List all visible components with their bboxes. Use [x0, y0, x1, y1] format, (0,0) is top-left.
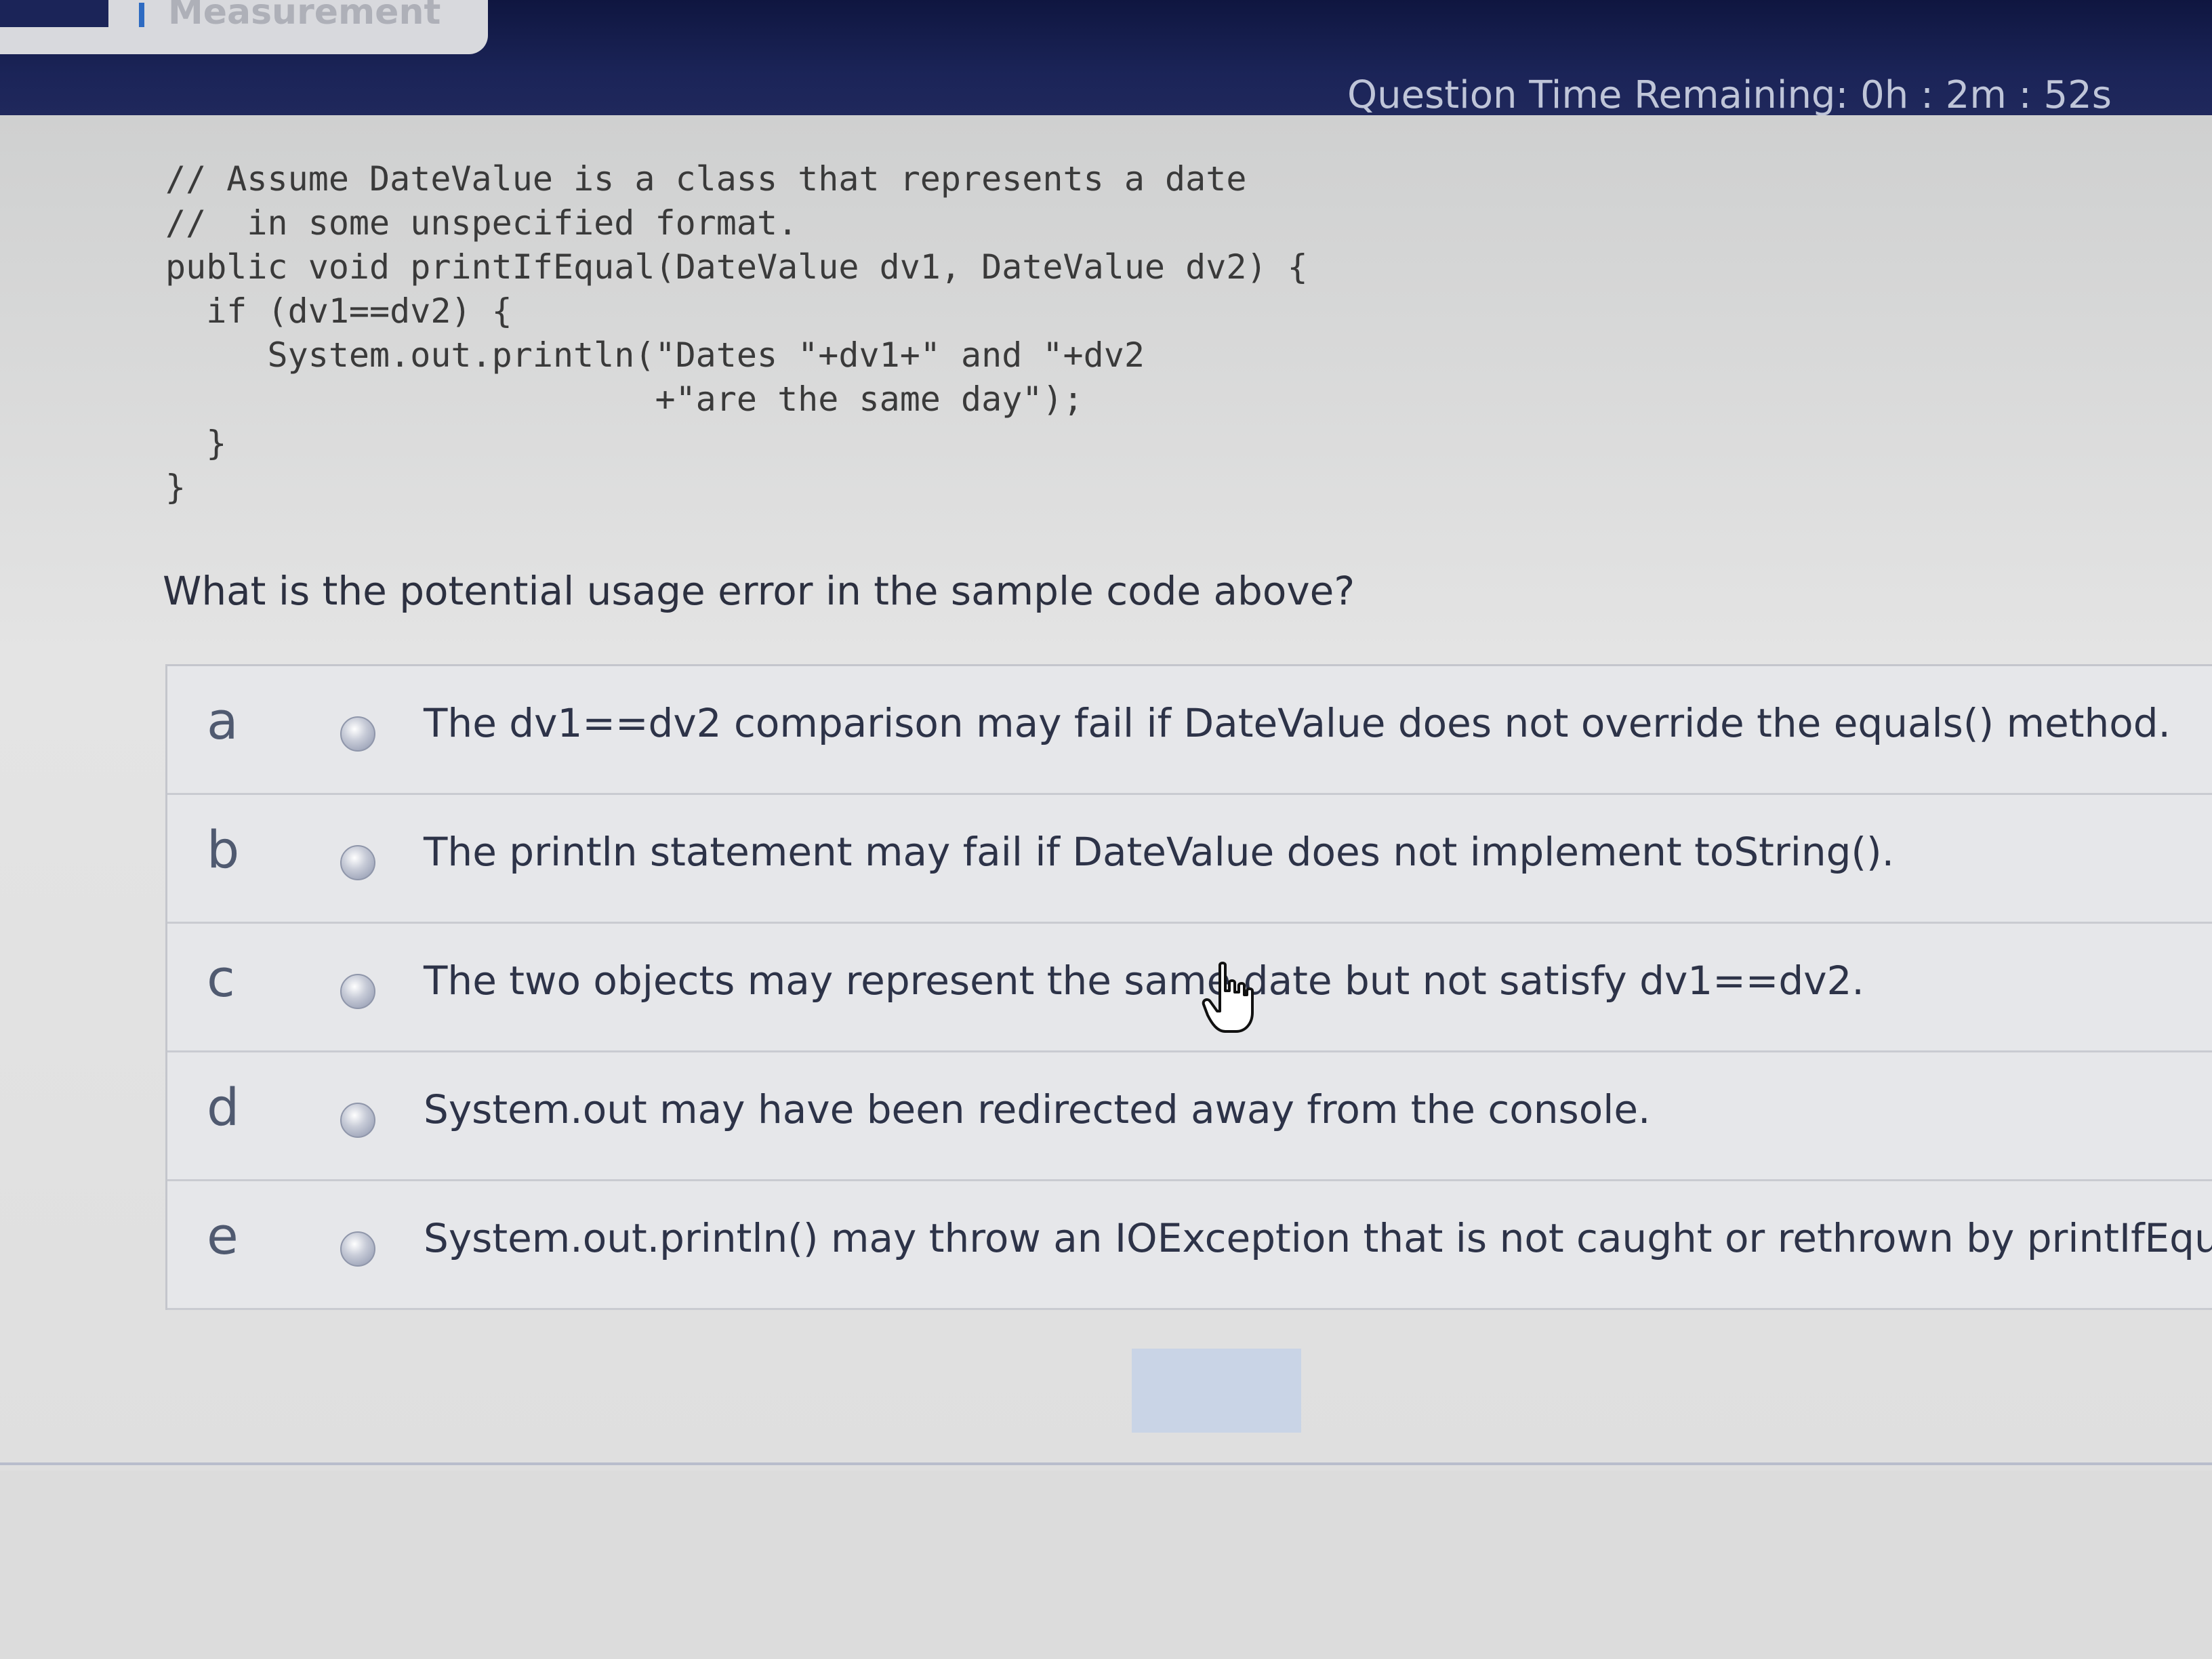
- timer-minutes: 2m: [1945, 73, 2007, 117]
- timer-seconds: 52s: [2043, 73, 2112, 117]
- timer-hours: 0h: [1860, 73, 1909, 117]
- answer-letter: e: [207, 1206, 239, 1266]
- radio-button-icon[interactable]: [340, 1103, 375, 1138]
- answer-list: a The dv1==dv2 comparison may fail if Da…: [165, 664, 2212, 1310]
- answer-text[interactable]: System.out.println() may throw an IOExce…: [424, 1215, 2212, 1261]
- code-line: }: [165, 424, 227, 463]
- question-prompt: What is the potential usage error in the…: [163, 568, 1355, 614]
- code-sample: // Assume DateValue is a class that repr…: [165, 157, 1308, 510]
- radio-button-icon[interactable]: [340, 1231, 375, 1267]
- timer-label: Question Time Remaining:: [1347, 73, 1849, 117]
- answer-text[interactable]: The println statement may fail if DateVa…: [424, 829, 1894, 875]
- answer-text[interactable]: System.out may have been redirected away…: [424, 1086, 1650, 1132]
- code-line: // in some unspecified format.: [165, 203, 798, 243]
- footer-divider: [0, 1462, 2212, 1465]
- code-line: +"are the same day");: [165, 380, 1084, 419]
- code-line: public void printIfEqual(DateValue dv1, …: [165, 247, 1308, 287]
- timer-separator: :: [1921, 73, 1933, 117]
- answer-option-d[interactable]: d System.out may have been redirected aw…: [167, 1052, 2212, 1181]
- answer-letter: a: [207, 691, 239, 751]
- submit-button[interactable]: [1132, 1349, 1301, 1433]
- brand-separator: [139, 3, 144, 27]
- logo-mark: [0, 0, 108, 27]
- timer-separator: :: [2018, 73, 2032, 117]
- question-timer: Question Time Remaining: 0h : 2m : 52s: [1347, 73, 2112, 117]
- answer-option-b[interactable]: b The println statement may fail if Date…: [167, 795, 2212, 924]
- hand-pointer-icon: [1202, 962, 1254, 1033]
- radio-button-icon[interactable]: [340, 974, 375, 1009]
- answer-option-c[interactable]: c The two objects may represent the same…: [167, 924, 2212, 1052]
- app-title: Measurement: [168, 0, 441, 33]
- answer-text[interactable]: The dv1==dv2 comparison may fail if Date…: [424, 700, 2171, 746]
- answer-text[interactable]: The two objects may represent the same d…: [424, 958, 1864, 1004]
- answer-option-a[interactable]: a The dv1==dv2 comparison may fail if Da…: [167, 666, 2212, 795]
- brand-tab: Measurement: [0, 0, 488, 54]
- code-line: System.out.println("Dates "+dv1+" and "+…: [165, 335, 1145, 375]
- code-line: if (dv1==dv2) {: [165, 291, 512, 331]
- answer-letter: c: [207, 948, 235, 1008]
- answer-letter: b: [207, 819, 240, 880]
- radio-button-icon[interactable]: [340, 845, 375, 880]
- answer-option-e[interactable]: e System.out.println() may throw an IOEx…: [167, 1181, 2212, 1310]
- answer-letter: d: [207, 1077, 240, 1137]
- radio-button-icon[interactable]: [340, 716, 375, 752]
- code-line: }: [165, 468, 186, 507]
- code-line: // Assume DateValue is a class that repr…: [165, 159, 1247, 199]
